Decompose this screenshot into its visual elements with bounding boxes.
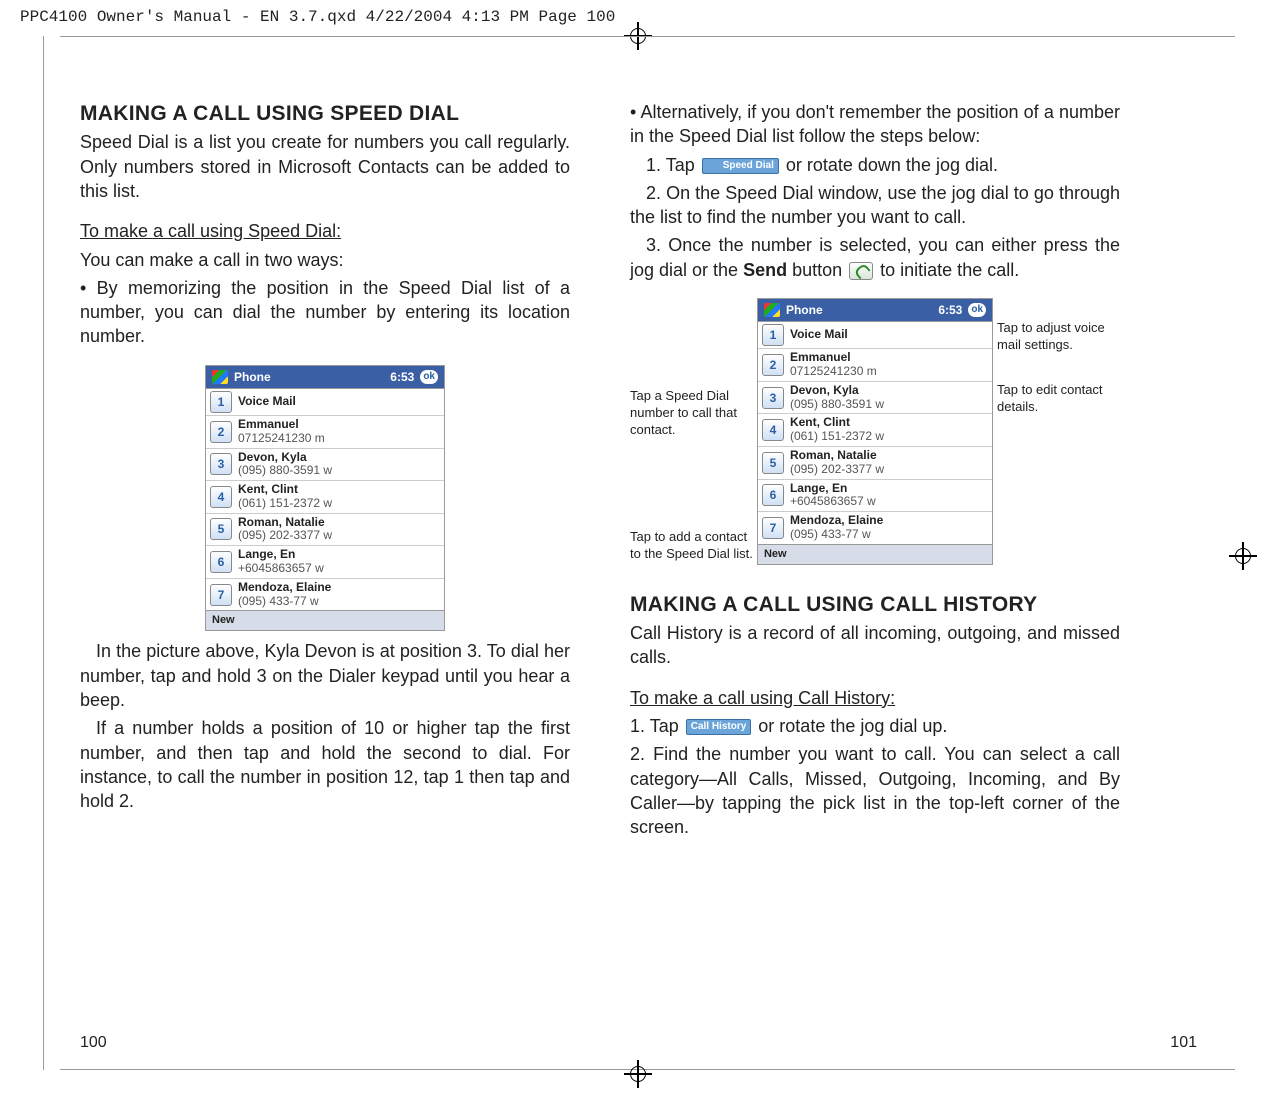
page-spread: MAKING A CALL USING SPEED DIAL Speed Dia… — [0, 30, 1275, 863]
speed-dial-list: 1Voice Mail 2Emmanuel07125241230 m 3Devo… — [205, 388, 445, 612]
bullet-memorize: • By memorizing the position in the Spee… — [80, 276, 570, 349]
call-history-step2: 2. Find the number you want to call. You… — [630, 742, 1120, 839]
ok-button: ok — [420, 370, 438, 384]
annotation-tap-number: Tap a Speed Dial number to call that con… — [630, 388, 753, 439]
speed-dial-button-icon: Speed Dial — [702, 158, 779, 174]
list-item: 4Kent, Clint(061) 151-2372 w — [206, 481, 444, 514]
step-1: 1. Tap Speed Dial or rotate down the jog… — [630, 153, 1120, 177]
send-button-icon — [849, 262, 873, 280]
list-item: 1Voice Mail — [206, 389, 444, 416]
speed-dial-figure-1: Phone 6:53 ok 1Voice Mail 2Emmanuel07125… — [205, 365, 445, 632]
list-item: 3Devon, Kyla(095) 880-3591 w — [206, 449, 444, 482]
page-number-right: 101 — [1170, 1034, 1197, 1052]
left-column: MAKING A CALL USING SPEED DIAL Speed Dia… — [80, 100, 570, 843]
right-column: • Alternatively, if you don't remember t… — [630, 100, 1120, 843]
annotation-right: Tap to adjust voice mail settings. Tap t… — [997, 298, 1120, 565]
annotation-tap-add: Tap to add a contact to the Speed Dial l… — [630, 529, 753, 563]
subheading-make-call: To make a call using Speed Dial: — [80, 219, 570, 243]
step-2: 2. On the Speed Dial window, use the jog… — [630, 181, 1120, 230]
start-flag-icon — [764, 303, 780, 317]
annotation-left: Tap a Speed Dial number to call that con… — [630, 298, 753, 565]
heading-call-history: MAKING A CALL USING CALL HISTORY — [630, 591, 1120, 619]
call-history-button-icon: Call History — [686, 719, 752, 735]
crop-line-top — [60, 36, 1235, 37]
call-history-intro: Call History is a record of all incoming… — [630, 621, 1120, 670]
annotation-edit-contact: Tap to edit contact details. — [997, 382, 1120, 416]
list-item: 6Lange, En+6045863657 w — [206, 546, 444, 579]
phone-title: Phone — [234, 369, 271, 385]
registration-mark-bottom — [624, 1060, 652, 1088]
list-item: 5Roman, Natalie(095) 202-3377 w — [206, 514, 444, 547]
call-history-step1: 1. Tap Call History or rotate the jog di… — [630, 714, 1120, 738]
list-item: 2Emmanuel07125241230 m — [206, 416, 444, 449]
start-flag-icon — [212, 370, 228, 384]
speed-dial-intro: Speed Dial is a list you create for numb… — [80, 130, 570, 203]
step-3: 3. Once the number is selected, you can … — [630, 233, 1120, 282]
speed-dial-figure-annotated: Tap a Speed Dial number to call that con… — [630, 298, 1120, 565]
heading-speed-dial: MAKING A CALL USING SPEED DIAL — [80, 100, 570, 128]
phone-titlebar: Phone 6:53 ok — [205, 365, 445, 388]
registration-mark-right — [1229, 542, 1257, 570]
position-10-paragraph: If a number holds a position of 10 or hi… — [80, 716, 570, 813]
crop-line-left — [43, 36, 44, 1070]
bullet-alternatively: • Alternatively, if you don't remember t… — [630, 100, 1120, 149]
list-item: 7Mendoza, Elaine(095) 433-77 w — [206, 579, 444, 611]
subheading-call-history: To make a call using Call History: — [630, 686, 1120, 710]
phone-time: 6:53 — [390, 369, 414, 385]
page-number-left: 100 — [80, 1034, 107, 1052]
kyla-devon-paragraph: In the picture above, Kyla Devon is at p… — [80, 639, 570, 712]
annotation-voicemail: Tap to adjust voice mail settings. — [997, 320, 1120, 354]
two-ways-line: You can make a call in two ways: — [80, 248, 570, 272]
new-bar: New — [205, 611, 445, 631]
